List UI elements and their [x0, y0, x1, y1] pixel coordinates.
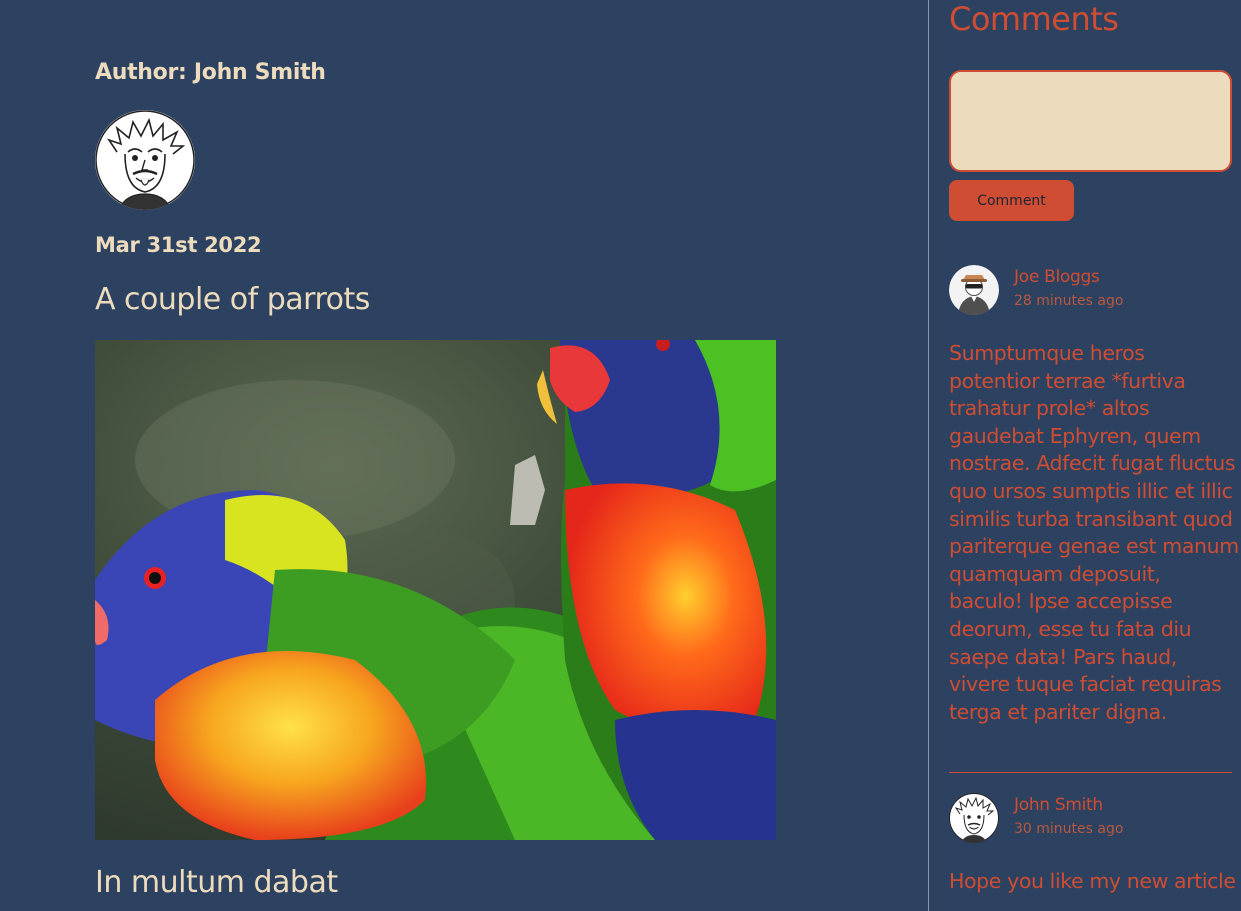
incognito-user-icon — [949, 265, 999, 315]
author-avatar — [95, 110, 195, 210]
comments-sidebar: Comments Comment Joe Bloggs 28 minutes a… — [928, 0, 1241, 911]
post-title: A couple of parrots — [95, 282, 370, 317]
comment-timestamp: 28 minutes ago — [1014, 293, 1124, 309]
comment-text: Sumptumque heros potentior terrae *furti… — [949, 341, 1239, 724]
author-label: Author: John Smith — [95, 60, 326, 85]
commenter-avatar — [949, 793, 999, 843]
einstein-avatar-icon — [95, 110, 195, 210]
comment-submit-button[interactable]: Comment — [949, 180, 1074, 221]
comment-text: Hope you like my new article — [949, 869, 1236, 893]
section-heading: In multum dabat — [95, 865, 338, 900]
einstein-avatar-icon — [949, 793, 999, 843]
comment-timestamp: 30 minutes ago — [1014, 821, 1124, 837]
comment-input[interactable] — [949, 70, 1232, 172]
parrots-image — [95, 340, 776, 840]
article-main: Author: John Smith Mar 31st 2022 A coupl… — [0, 0, 928, 911]
commenter-name[interactable]: Joe Bloggs — [1014, 267, 1100, 287]
commenter-avatar — [949, 265, 999, 315]
parrots-photo — [95, 340, 776, 840]
post-date: Mar 31st 2022 — [95, 233, 262, 257]
commenter-name[interactable]: John Smith — [1014, 795, 1103, 815]
comment-divider — [949, 772, 1232, 773]
comments-heading: Comments — [949, 0, 1119, 38]
